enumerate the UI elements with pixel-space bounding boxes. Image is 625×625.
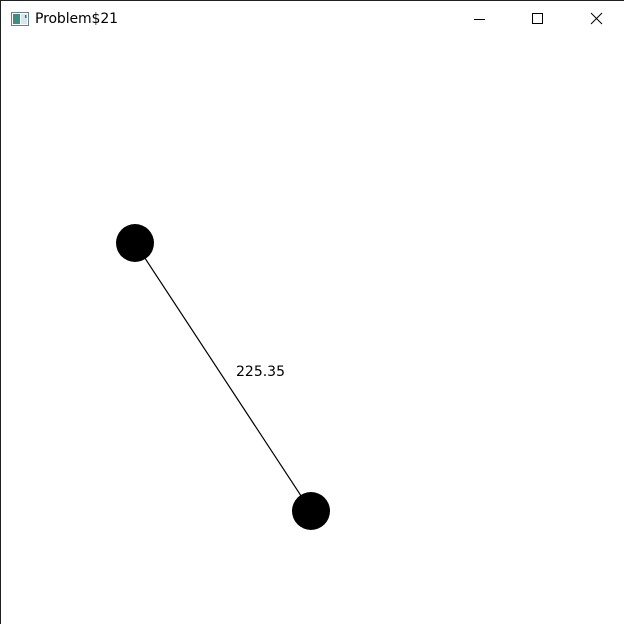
window-title: Problem$21 <box>35 11 118 27</box>
title-bar[interactable]: Problem$21 <box>1 1 624 37</box>
minimize-button[interactable] <box>456 1 502 37</box>
drawing-canvas[interactable]: 225.35 <box>1 37 624 624</box>
graph-node-1[interactable] <box>116 224 154 262</box>
edge-weight-label: 225.35 <box>236 364 285 380</box>
app-window: Problem$21 225.35 <box>0 0 624 624</box>
close-button[interactable] <box>573 1 619 37</box>
graph-node-2[interactable] <box>292 492 330 530</box>
maximize-button[interactable] <box>514 1 560 37</box>
app-window-icon <box>11 12 29 26</box>
